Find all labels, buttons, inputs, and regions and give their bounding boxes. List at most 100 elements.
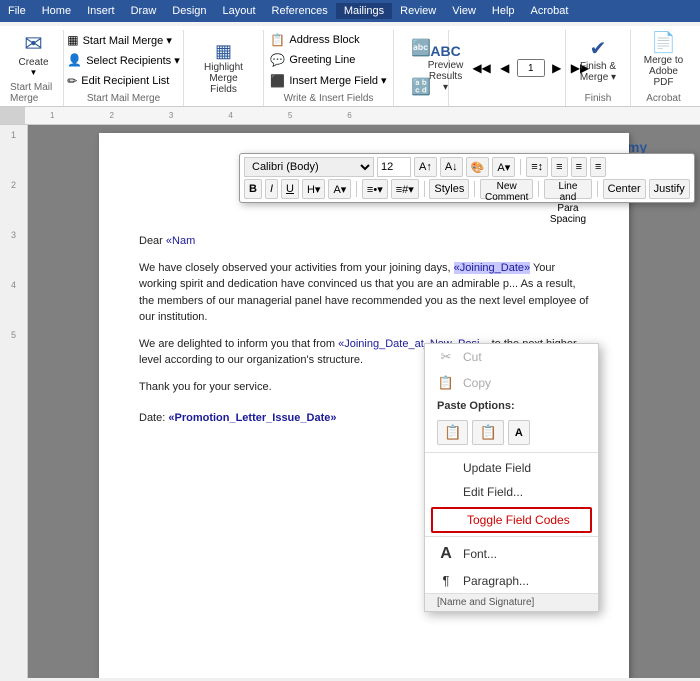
menu-insert[interactable]: Insert [79,3,123,19]
menu-help[interactable]: Help [484,3,523,19]
select-recipients-icon: 👤 [67,53,82,67]
edit-field-label: Edit Field... [463,485,523,499]
menu-review[interactable]: Review [392,3,444,19]
paste-option-3[interactable]: A [508,420,530,445]
ruler-corner [0,107,25,124]
new-comment-button[interactable]: NewComment [480,179,533,199]
center-button[interactable]: ≡ [571,157,587,177]
paste-option-2[interactable]: 📋 [472,420,503,445]
acrobat-group-label: Acrobat [646,91,680,106]
joining-date-field: «Joining_Date» [454,262,530,274]
toggle-field-codes-label: Toggle Field Codes [467,513,570,527]
bullet-list-button[interactable]: ≡•▾ [362,179,388,199]
underline-button[interactable]: U [281,179,299,199]
cm-divider-1 [425,452,598,453]
ruler-mark-1: 1 [50,111,54,120]
menu-references[interactable]: References [264,3,336,19]
update-field-label: Update Field [463,461,531,475]
highlight-button[interactable]: H▾ [302,179,325,199]
select-recipients-button[interactable]: 👤 Select Recipients ▾ [63,51,184,69]
ruler-mark-5: 5 [288,111,292,120]
context-font[interactable]: A Font... [425,540,598,568]
font-icon: A [437,545,455,563]
line-spacing-button[interactable]: ≡↕ [526,157,548,177]
preview-results-button[interactable]: ABC PreviewResults ▾ [423,41,469,96]
paste-options-label: Paste Options: [437,400,515,412]
context-cut[interactable]: ✂ Cut [425,344,598,370]
prev-button[interactable]: ◀ [495,59,515,77]
ruler-mark-6: 6 [347,111,351,120]
menu-draw[interactable]: Draw [123,3,165,19]
address-block-button[interactable]: 📋 Address Block [266,31,390,49]
align-button[interactable]: ≡ [551,157,567,177]
context-toggle-field-codes[interactable]: Toggle Field Codes [431,507,592,533]
mail-merge-group-label: Start Mail Merge [87,91,160,106]
edit-recipients-icon: ✏ [67,74,77,88]
highlight-label: HighlightMerge Fields [195,62,252,95]
ribbon-group-write-fields: ▦ HighlightMerge Fields [184,30,264,106]
merge-adobe-button[interactable]: 📄 Merge toAdobe PDF [637,30,690,91]
create-icon: ✉ [24,33,42,55]
record-number-input[interactable] [517,59,545,77]
sidebar-left: 1 2 3 4 5 [0,125,28,678]
para-spacing-button[interactable]: Line andPara Spacing [544,179,592,199]
styles-button[interactable]: Styles [429,179,469,199]
menu-mailings[interactable]: Mailings [336,3,392,19]
menu-home[interactable]: Home [34,3,79,19]
create-button[interactable]: ✉ Create ▼ [12,30,56,80]
center-align-button[interactable]: Center [603,179,646,199]
toolbar-row-2: B I U H▾ A▾ ≡•▾ ≡#▾ Styles NewComment Li… [244,179,690,199]
margin-marker-1: 1 [11,130,16,140]
prev-record-button[interactable]: ◀◀ [470,59,492,77]
preview-results-label: PreviewResults ▾ [428,60,464,93]
justify-button[interactable]: ≡ [590,157,606,177]
menu-layout[interactable]: Layout [215,3,264,19]
font-color-button[interactable]: A▾ [492,157,515,177]
preview-results-icon: ABC [430,44,460,58]
justify-align-button[interactable]: Justify [649,179,690,199]
context-paragraph[interactable]: ¶ Paragraph... [425,568,598,593]
font-size-input[interactable] [377,157,411,177]
margin-marker-2: 2 [11,180,16,190]
ribbon-group-insert-fields: 📋 Address Block 💬 Greeting Line ⬛ Insert… [264,30,394,106]
name-field: «Nam [166,235,195,247]
italic-button[interactable]: I [265,179,278,199]
finish-merge-label: Finish &Merge ▾ [580,61,616,83]
highlight-merge-fields-button[interactable]: ▦ HighlightMerge Fields [190,39,257,98]
menu-acrobat[interactable]: Acrobat [523,3,577,19]
finish-items: ✔ Finish &Merge ▾ [575,30,621,91]
context-update-field[interactable]: Update Field [425,456,598,480]
next-button[interactable]: ▶ [547,59,567,77]
numbered-list-button[interactable]: ≡#▾ [391,179,419,199]
font-color-btn2[interactable]: A▾ [328,179,351,199]
paste-option-1[interactable]: 📋 [437,420,468,445]
ribbon-group-preview: ABC PreviewResults ▾ ◀◀ ◀ ▶ ▶▶ [449,30,566,106]
finish-merge-button[interactable]: ✔ Finish &Merge ▾ [575,36,621,86]
paragraph-label: Paragraph... [463,574,529,588]
edit-recipient-list-button[interactable]: ✏ Edit Recipient List [63,72,184,90]
page: Calibri (Body) A↑ A↓ 🎨 A▾ ≡↕ ≡ ≡ ≡ B I [99,133,629,678]
bold-button[interactable]: B [244,179,262,199]
font-size-increase-button[interactable]: A↑ [414,157,437,177]
menu-file[interactable]: File [0,3,34,19]
create-arrow: ▼ [30,68,38,77]
address-block-icon: 📋 [270,33,285,47]
menu-view[interactable]: View [444,3,484,19]
context-copy[interactable]: 📋 Copy [425,370,598,396]
context-edit-field[interactable]: Edit Field... [425,480,598,504]
menu-design[interactable]: Design [164,3,214,19]
toolbar-sep-3 [424,181,425,197]
context-paste-header: Paste Options: [425,396,598,416]
menu-bar: File Home Insert Draw Design Layout Refe… [0,0,700,22]
font-family-select[interactable]: Calibri (Body) [244,157,374,177]
toolbar-sep-5 [538,181,539,197]
ribbon-group-finish: ✔ Finish &Merge ▾ Finish [566,30,631,106]
insert-merge-field-button[interactable]: ⬛ Insert Merge Field ▾ [266,72,390,90]
toolbar-sep-2 [356,181,357,197]
ribbon-group-acrobat: 📄 Merge toAdobe PDF Acrobat [631,30,696,106]
start-mail-merge-button[interactable]: ▦ Start Mail Merge ▾ [63,31,184,49]
font-size-decrease-button[interactable]: A↓ [440,157,463,177]
format-paint-button[interactable]: 🎨 [466,157,490,177]
toolbar-sep-4 [474,181,475,197]
greeting-line-button[interactable]: 💬 Greeting Line [266,51,390,69]
